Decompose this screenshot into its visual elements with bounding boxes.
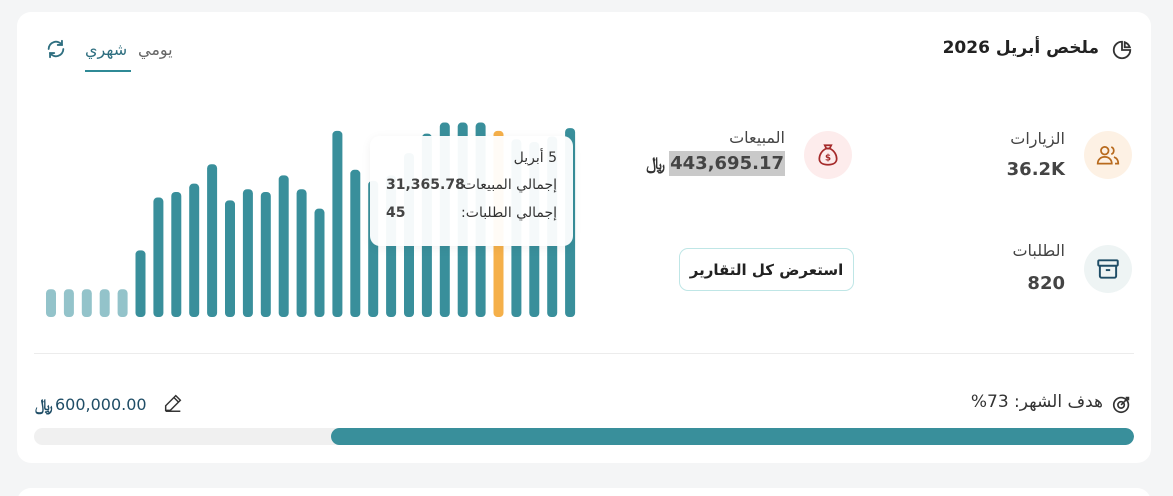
goal-progress-bar [34,428,1134,445]
chart-bar[interactable] [153,197,164,317]
active-tab-indicator [85,70,131,72]
chart-bar[interactable] [260,192,271,317]
chart-bar[interactable] [171,192,182,317]
tooltip-sales-value: 31,365.78 [386,177,465,193]
target-icon [1112,396,1130,414]
tooltip-sales-label: إجمالي المبيعات: [458,177,557,193]
chart-bar[interactable] [46,289,56,317]
sales-value-wrap: ﷼ 443,695.17 [646,151,785,176]
chart-bar[interactable] [332,130,343,317]
refresh-icon[interactable] [45,38,67,60]
summary-card: ملخص أبريل 2026 يومي شهري الزيارات 36.2K… [17,12,1151,463]
orders-label: الطلبات [1012,241,1065,260]
sales-value: 443,695.17 [669,151,785,176]
goal-label: هدف الشهر: 73% [970,392,1103,412]
chart-tooltip: 5 أبريل إجمالي المبيعات: إجمالي الطلبات:… [370,136,573,246]
chart-bar[interactable] [117,289,128,317]
goal-amount: 600,000.00 [55,395,147,414]
chart-bar[interactable] [135,250,146,317]
goal-progress-fill [331,428,1134,445]
chart-bar[interactable] [242,189,253,317]
tooltip-orders-label: إجمالي الطلبات: [461,205,557,221]
orders-value: 820 [1027,273,1065,294]
box-icon [1097,259,1119,279]
tooltip-orders-value: 45 [386,205,406,221]
chart-bar[interactable] [207,164,218,317]
sar-currency-icon: ﷼ [35,395,53,414]
tab-monthly[interactable]: شهري [85,40,127,59]
chart-bar[interactable] [99,289,110,317]
chart-bar[interactable] [189,183,200,317]
svg-text:$: $ [825,153,831,163]
chart-bar[interactable] [81,289,92,317]
chart-bar[interactable] [296,189,307,317]
chart-bar[interactable] [225,200,235,317]
visits-value: 36.2K [1006,159,1065,180]
chart-bar[interactable] [314,208,325,317]
chart-bar[interactable] [350,169,361,317]
sales-label: المبيعات [729,128,785,147]
tooltip-date: 5 أبريل [513,150,557,166]
view-all-reports-button[interactable]: استعرض كل التقارير [679,248,854,291]
orders-icon-circle [1084,245,1132,293]
summary-title: ملخص أبريل 2026 [942,38,1099,58]
users-icon [1096,146,1120,165]
chart-bar[interactable] [63,289,74,317]
chart-bar[interactable] [278,175,289,317]
pie-chart-icon [1112,40,1132,60]
sales-icon-circle: $ [804,131,852,179]
edit-icon[interactable] [162,392,184,414]
section-divider [34,353,1134,354]
visits-label: الزيارات [1010,129,1065,148]
tab-daily[interactable]: يومي [138,40,173,59]
money-bag-icon: $ [818,144,838,166]
sar-currency-icon: ﷼ [646,153,666,174]
next-card [17,488,1151,496]
visits-icon-circle [1084,131,1132,179]
